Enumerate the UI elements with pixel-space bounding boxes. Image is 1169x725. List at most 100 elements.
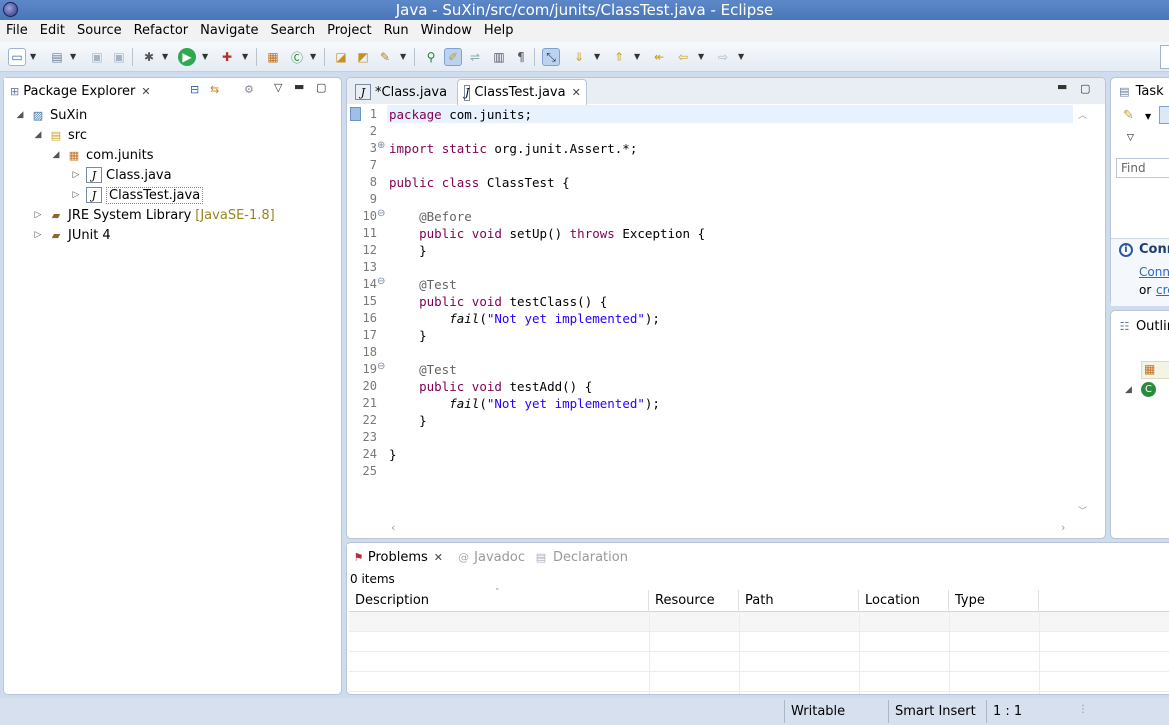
tab-task-list[interactable]: ▤ Task L xyxy=(1111,78,1169,104)
menu-run[interactable]: Run xyxy=(378,20,415,42)
new-icon[interactable]: ▭ xyxy=(8,48,26,66)
scroll-down-icon[interactable]: ﹀ xyxy=(1078,504,1087,517)
prev-annotation-icon[interactable]: ⇑ xyxy=(610,48,628,66)
tree-item-classtest-java[interactable]: ▷ J ClassTest.java xyxy=(70,185,204,205)
run-dropdown-icon[interactable]: ▼ xyxy=(202,52,210,61)
show-whitespace-icon[interactable]: ¶ xyxy=(512,48,530,66)
view-menu-icon[interactable]: ▽ xyxy=(274,81,282,94)
expanded-icon[interactable]: ◢ xyxy=(32,130,44,140)
collapsed-icon[interactable]: ▷ xyxy=(32,230,44,240)
link-with-editor-icon[interactable]: ⇆ xyxy=(210,83,219,96)
expanded-icon[interactable]: ◢ xyxy=(14,110,26,120)
tree-item-package[interactable]: ◢ ▦ com.junits xyxy=(50,145,154,165)
column-resource[interactable]: Resource xyxy=(649,590,739,612)
fold-collapse-icon[interactable]: ⊖ xyxy=(377,208,385,219)
tree-item-class-java[interactable]: ▷ J Class.java xyxy=(70,165,172,185)
maximize-icon[interactable]: ▢ xyxy=(316,81,326,94)
tab-package-explorer[interactable]: ⊞ Package Explorer ✕ xyxy=(4,78,154,104)
collapsed-icon[interactable]: ▷ xyxy=(70,190,82,200)
quick-access-field[interactable] xyxy=(1160,45,1169,69)
next-annotation-dropdown-icon[interactable]: ▼ xyxy=(594,52,602,61)
maximize-icon[interactable]: ▢ xyxy=(1080,82,1090,95)
next-annotation-icon[interactable]: ⇓ xyxy=(570,48,588,66)
run-icon[interactable]: ▶ xyxy=(178,48,196,66)
code-editor[interactable]: 1 2 3 7 8 9 10 11 12 13 14 15 16 17 18 1… xyxy=(347,104,1105,538)
search-dropdown-icon[interactable]: ▼ xyxy=(400,52,408,61)
menu-source[interactable]: Source xyxy=(71,20,128,42)
class-dropdown-icon[interactable]: ▼ xyxy=(310,52,318,61)
block-selection-icon[interactable]: ⇌ xyxy=(466,48,484,66)
tab-declaration[interactable]: ▤ Declaration xyxy=(527,544,637,570)
filter-button[interactable] xyxy=(1159,106,1169,124)
fold-collapse-icon[interactable]: ⊖ xyxy=(377,361,385,372)
save-icon[interactable]: ▣ xyxy=(88,48,106,66)
connect-link[interactable]: Conn xyxy=(1139,265,1169,279)
debug-settings-icon[interactable]: ✱ xyxy=(140,48,158,66)
collapsed-icon[interactable]: ▷ xyxy=(70,170,82,180)
new-dropdown-icon[interactable]: ▼ xyxy=(30,52,38,61)
menu-refactor[interactable]: Refactor xyxy=(128,20,195,42)
save-all-icon[interactable]: ▣ xyxy=(110,48,128,66)
column-type[interactable]: Type xyxy=(949,590,1039,612)
menu-search[interactable]: Search xyxy=(264,20,321,42)
horizontal-scrollbar[interactable]: ‹ › xyxy=(387,520,1073,536)
chevron-down-icon[interactable]: ▽ xyxy=(1127,133,1134,143)
search-icon[interactable]: ✎ xyxy=(376,48,394,66)
find-input[interactable]: Find xyxy=(1116,158,1169,178)
scroll-right-icon[interactable]: › xyxy=(1061,521,1065,534)
debug-icon[interactable]: ✚ xyxy=(218,48,236,66)
tree-item-jre[interactable]: ▷ ▰ JRE System Library [JavaSE-1.8] xyxy=(32,205,275,225)
new-window-icon[interactable]: ▤ xyxy=(48,48,66,66)
link-editor-icon[interactable]: ⤡ xyxy=(542,48,560,66)
expanded-icon[interactable]: ◢ xyxy=(1125,385,1132,395)
menu-window[interactable]: Window xyxy=(415,20,478,42)
open-type-icon[interactable]: ◪ xyxy=(332,48,350,66)
tab-javadoc[interactable]: @ Javadoc xyxy=(451,544,531,570)
minimize-icon[interactable]: ▬ xyxy=(1057,80,1067,93)
tab-problems[interactable]: ⚑ Problems ✕ xyxy=(347,544,449,570)
new-package-icon[interactable]: ▦ xyxy=(264,48,282,66)
tree-item-project[interactable]: ◢ ▨ SuXin xyxy=(14,105,88,125)
focus-icon[interactable]: ⚙ xyxy=(244,83,254,96)
class-icon[interactable]: C xyxy=(1141,382,1156,397)
mark-occurrences-icon[interactable]: ✐ xyxy=(444,48,462,66)
back-icon[interactable]: ⇦ xyxy=(674,48,692,66)
close-icon[interactable]: ✕ xyxy=(572,86,581,99)
word-wrap-icon[interactable]: ▥ xyxy=(490,48,508,66)
new-task-dropdown-icon[interactable]: ▼ xyxy=(1145,112,1151,121)
scroll-left-icon[interactable]: ‹ xyxy=(391,521,395,534)
new-class-icon[interactable]: Ⓒ xyxy=(288,48,306,66)
prev-annotation-dropdown-icon[interactable]: ▼ xyxy=(634,52,642,61)
menu-file[interactable]: File xyxy=(0,20,34,42)
tab-outline[interactable]: ☷ Outlin xyxy=(1111,313,1169,339)
expanded-icon[interactable]: ◢ xyxy=(50,150,62,160)
tree-item-junit[interactable]: ▷ ▰ JUnit 4 xyxy=(32,225,111,245)
new-task-icon[interactable]: ✎ xyxy=(1123,108,1134,123)
tab-class-java[interactable]: J *Class.java xyxy=(349,79,457,105)
back-dropdown-icon[interactable]: ▼ xyxy=(698,52,706,61)
fold-expand-icon[interactable]: ⊕ xyxy=(377,140,385,151)
debug-dropdown-icon[interactable]: ▼ xyxy=(242,52,250,61)
column-location[interactable]: Location xyxy=(859,590,949,612)
menu-edit[interactable]: Edit xyxy=(34,20,71,42)
fold-collapse-icon[interactable]: ⊖ xyxy=(377,276,385,287)
outline-package-row[interactable]: ▦ xyxy=(1141,361,1169,379)
forward-dropdown-icon[interactable]: ▼ xyxy=(738,52,746,61)
create-link[interactable]: cre xyxy=(1156,283,1169,297)
minimize-icon[interactable]: ▬ xyxy=(294,80,304,93)
toggle-breadcrumb-icon[interactable]: ⚲ xyxy=(422,48,440,66)
menu-project[interactable]: Project xyxy=(321,20,377,42)
insert-mode-status[interactable]: Smart Insert xyxy=(888,700,982,723)
last-edit-icon[interactable]: ↞ xyxy=(650,48,668,66)
open-folder-icon[interactable]: ◩ xyxy=(354,48,372,66)
eclipse-icon[interactable] xyxy=(3,2,18,17)
close-icon[interactable]: ✕ xyxy=(434,551,443,564)
close-icon[interactable]: ✕ xyxy=(141,85,150,98)
collapse-all-icon[interactable]: ⊟ xyxy=(190,83,199,96)
scroll-up-icon[interactable]: ︿ xyxy=(1078,108,1087,121)
collapsed-icon[interactable]: ▷ xyxy=(32,210,44,220)
forward-icon[interactable]: ⇨ xyxy=(714,48,732,66)
vertical-scrollbar[interactable]: ︿ ﹀ xyxy=(1075,104,1091,518)
menu-help[interactable]: Help xyxy=(478,20,520,42)
window-dropdown-icon[interactable]: ▼ xyxy=(70,52,78,61)
